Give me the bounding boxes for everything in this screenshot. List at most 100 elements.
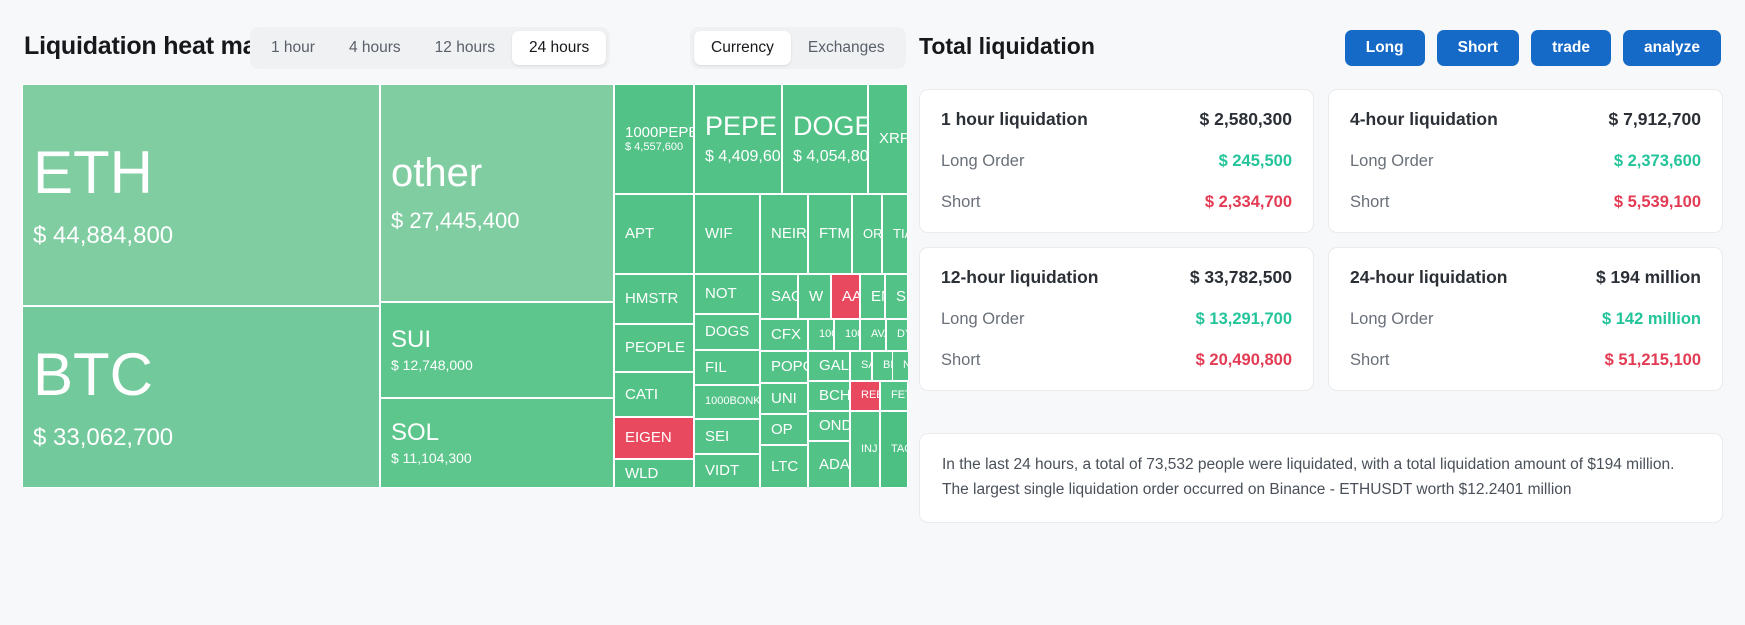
treemap-tile-inj[interactable]: INJ	[850, 411, 880, 488]
treemap-tile-fet[interactable]: FET	[880, 381, 908, 411]
card-long-value: $ 13,291,700	[1195, 310, 1292, 328]
treemap-tile-1000[interactable]: 1000	[834, 319, 860, 351]
treemap-tile-ondo[interactable]: ONDO	[808, 411, 850, 441]
treemap-tile-popcat[interactable]: POPCAT	[760, 351, 808, 383]
card-short-label: Short	[941, 193, 981, 211]
card-header-row: 24-hour liquidation $ 194 million	[1350, 267, 1701, 288]
treemap-tile-ftm[interactable]: FTM	[808, 194, 852, 274]
treemap-tile-bch[interactable]: BCH	[808, 381, 850, 411]
timeframe-tab-4-hours[interactable]: 4 hours	[332, 31, 418, 65]
treemap-tile-w[interactable]: W	[798, 274, 831, 319]
action-button-long[interactable]: Long	[1344, 30, 1425, 66]
treemap-tile-blur[interactable]: BLUR	[872, 351, 894, 381]
card-title: 24-hour liquidation	[1350, 267, 1508, 287]
treemap-tile-eigen[interactable]: EIGEN	[614, 417, 694, 459]
treemap-tile-sui[interactable]: SUI $ 12,748,000	[380, 302, 614, 398]
treemap-tile-other[interactable]: other $ 27,445,400	[380, 84, 614, 302]
treemap-tile-saga[interactable]: SAGA	[760, 274, 798, 319]
liquidation-treemap[interactable]: ETH $ 44,884,800 BTC $ 33,062,700 other $ 27,…	[22, 84, 908, 488]
card-long-label: Long Order	[1350, 152, 1434, 170]
mode-tab-group[interactable]: Currency Exchanges	[690, 27, 906, 69]
treemap-tile-label: EIGEN	[625, 429, 672, 447]
action-button-group: Long Short trade analyze	[1344, 30, 1721, 66]
treemap-tile-op[interactable]: OP	[760, 414, 808, 445]
treemap-tile-dydx[interactable]: DYDX	[886, 319, 908, 351]
treemap-tile-btc[interactable]: BTC $ 33,062,700	[22, 306, 380, 488]
treemap-tile-value: $ 12,748,000	[391, 357, 473, 374]
action-button-trade[interactable]: trade	[1531, 30, 1611, 66]
card-short-value: $ 2,334,700	[1204, 193, 1292, 211]
action-button-analyze[interactable]: analyze	[1622, 30, 1721, 66]
treemap-tile-shib[interactable]: SHIB	[885, 274, 908, 319]
treemap-tile-value: $ 11,104,300	[391, 450, 472, 467]
liquidation-card-3: 24-hour liquidation $ 194 million Long Ord…	[1328, 247, 1723, 391]
card-short-row: Short $ 2,334,700	[941, 193, 1292, 212]
timeframe-tab-24-hours[interactable]: 24 hours	[511, 31, 607, 65]
treemap-tile-ordi[interactable]: ORDI	[852, 194, 882, 274]
treemap-tile-1000[interactable]: 1000	[808, 319, 834, 351]
card-long-label: Long Order	[941, 310, 1025, 328]
timeframe-tab-12-hours[interactable]: 12 hours	[418, 31, 512, 65]
card-title: 1 hour liquidation	[941, 109, 1088, 129]
treemap-tile-reef[interactable]: REEF	[850, 381, 880, 411]
treemap-tile-eth[interactable]: ETH $ 44,884,800	[22, 84, 380, 306]
card-short-label: Short	[1350, 193, 1390, 211]
treemap-tile-label: FTM	[819, 225, 850, 243]
treemap-tile-avax[interactable]: AVAX	[860, 319, 886, 351]
treemap-tile-sol[interactable]: SOL $ 11,104,300	[380, 398, 614, 488]
card-long-value: $ 142 million	[1601, 310, 1701, 328]
treemap-tile-label: ENA	[871, 287, 884, 305]
treemap-tile-aave[interactable]: AAVE	[831, 274, 860, 319]
treemap-tile-near[interactable]: NEAR	[892, 351, 908, 381]
treemap-tile-1000bonk[interactable]: 1000BONK	[694, 385, 760, 419]
treemap-tile-not[interactable]: NOT	[694, 274, 760, 314]
treemap-tile-label: 1000BONK	[705, 395, 760, 408]
treemap-tile-fil[interactable]: FIL	[694, 350, 760, 385]
treemap-tile-ada[interactable]: ADA	[808, 441, 850, 488]
treemap-tile-people[interactable]: PEOPLE	[614, 324, 694, 372]
treemap-tile-label: 1000	[819, 328, 833, 341]
treemap-tile-doge[interactable]: DOGE $ 4,054,800	[782, 84, 868, 194]
liquidation-card-2: 12-hour liquidation $ 33,782,500 Long Orde…	[919, 247, 1314, 391]
treemap-tile-ena[interactable]: ENA	[860, 274, 885, 319]
treemap-tile-ltc[interactable]: LTC	[760, 445, 808, 488]
treemap-tile-cati[interactable]: CATI	[614, 372, 694, 417]
timeframe-tab-group[interactable]: 1 hour 4 hours 12 hours 24 hours	[250, 27, 611, 69]
treemap-tile-label: PEOPLE	[625, 339, 686, 357]
action-button-short[interactable]: Short	[1436, 30, 1520, 66]
card-short-value: $ 5,539,100	[1613, 193, 1701, 211]
treemap-tile-value: $ 4,054,800	[793, 147, 868, 165]
treemap-tile-xrp[interactable]: XRP	[868, 84, 908, 194]
treemap-tile-apt[interactable]: APT	[614, 194, 694, 274]
card-total-value: $ 2,580,300	[1199, 109, 1292, 129]
treemap-tile-tao[interactable]: TAO	[880, 411, 908, 488]
treemap-tile-dogs[interactable]: DOGS	[694, 314, 760, 350]
card-long-row: Long Order $ 142 million	[1350, 310, 1701, 329]
treemap-tile-pepe[interactable]: PEPE $ 4,409,600	[694, 84, 782, 194]
summary-panel: In the last 24 hours, a total of 73,532 …	[919, 433, 1723, 524]
treemap-tile-vidt[interactable]: VIDT	[694, 454, 760, 488]
treemap-tile-tia[interactable]: TIA	[882, 194, 908, 274]
mode-tab-exchanges[interactable]: Exchanges	[791, 31, 902, 65]
treemap-tile-sei[interactable]: SEI	[694, 419, 760, 454]
treemap-tile-label: WIF	[705, 225, 733, 243]
treemap-tile-hmstr[interactable]: HMSTR	[614, 274, 694, 324]
treemap-tile-label: WLD	[625, 464, 659, 482]
treemap-tile-1000pepe[interactable]: 1000PEPE $ 4,557,600	[614, 84, 694, 194]
mode-tab-currency[interactable]: Currency	[694, 31, 791, 65]
card-short-label: Short	[941, 351, 981, 369]
treemap-tile-label: other	[391, 151, 483, 196]
treemap-tile-gala[interactable]: GALA	[808, 351, 850, 381]
treemap-tile-sand[interactable]: SAND	[850, 351, 872, 381]
card-short-row: Short $ 5,539,100	[1350, 193, 1701, 212]
card-long-value: $ 245,500	[1218, 152, 1292, 170]
treemap-tile-label: INJ	[861, 442, 878, 455]
card-header-row: 1 hour liquidation $ 2,580,300	[941, 109, 1292, 130]
treemap-tile-wld[interactable]: WLD	[614, 459, 694, 488]
treemap-tile-uni[interactable]: UNI	[760, 383, 808, 414]
treemap-tile-cfx[interactable]: CFX	[760, 319, 808, 351]
treemap-tile-wif[interactable]: WIF	[694, 194, 760, 274]
treemap-tile-label: SHIB	[896, 287, 907, 305]
treemap-tile-neiro[interactable]: NEIRO	[760, 194, 808, 274]
timeframe-tab-1-hour[interactable]: 1 hour	[254, 31, 332, 65]
